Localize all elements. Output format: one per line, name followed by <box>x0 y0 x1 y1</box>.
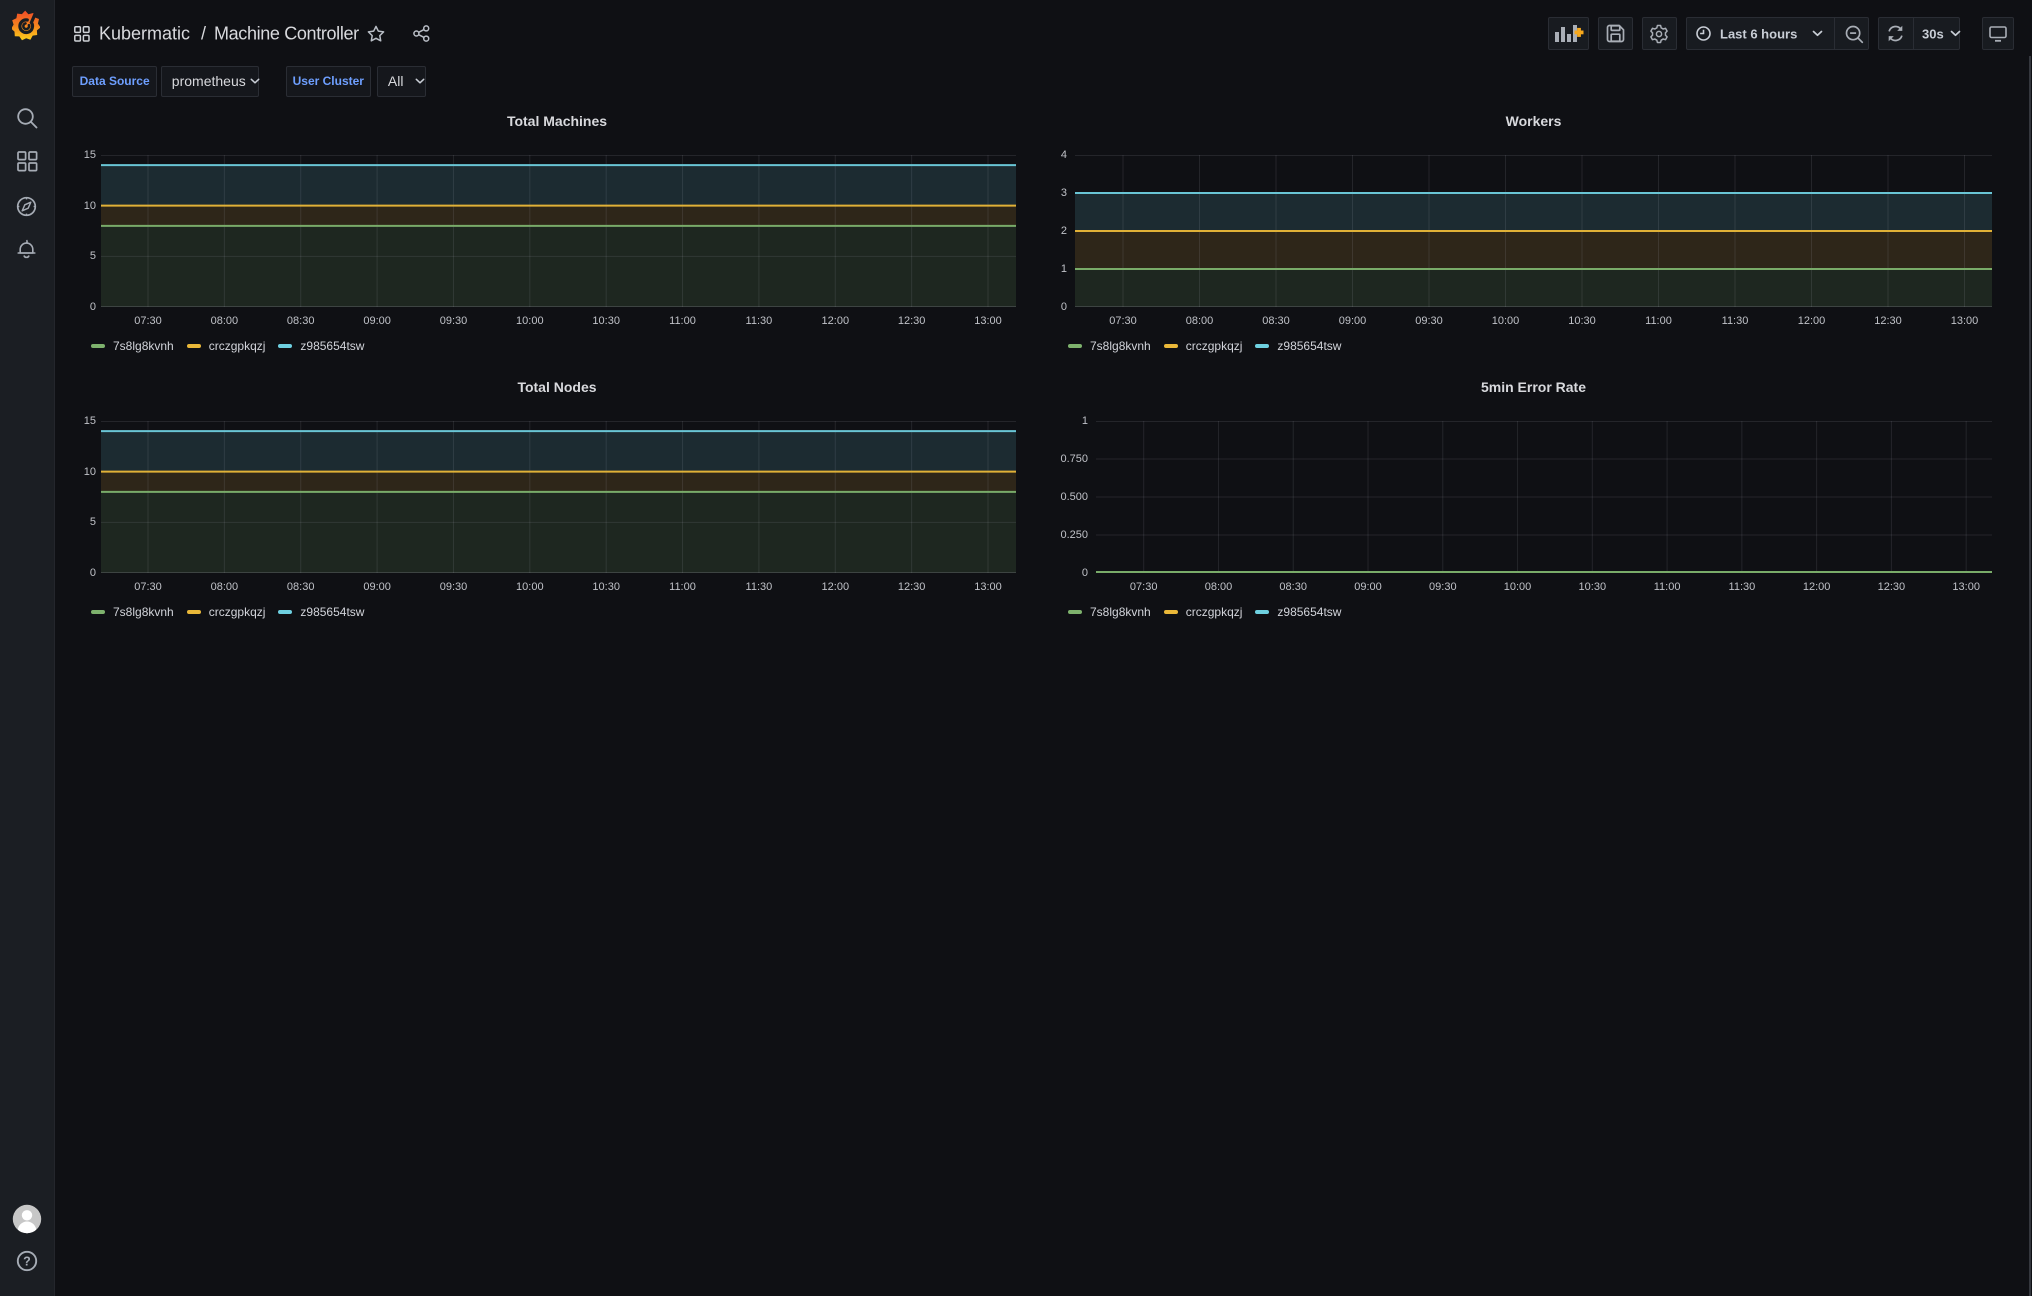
svg-text:?: ? <box>23 1254 31 1268</box>
